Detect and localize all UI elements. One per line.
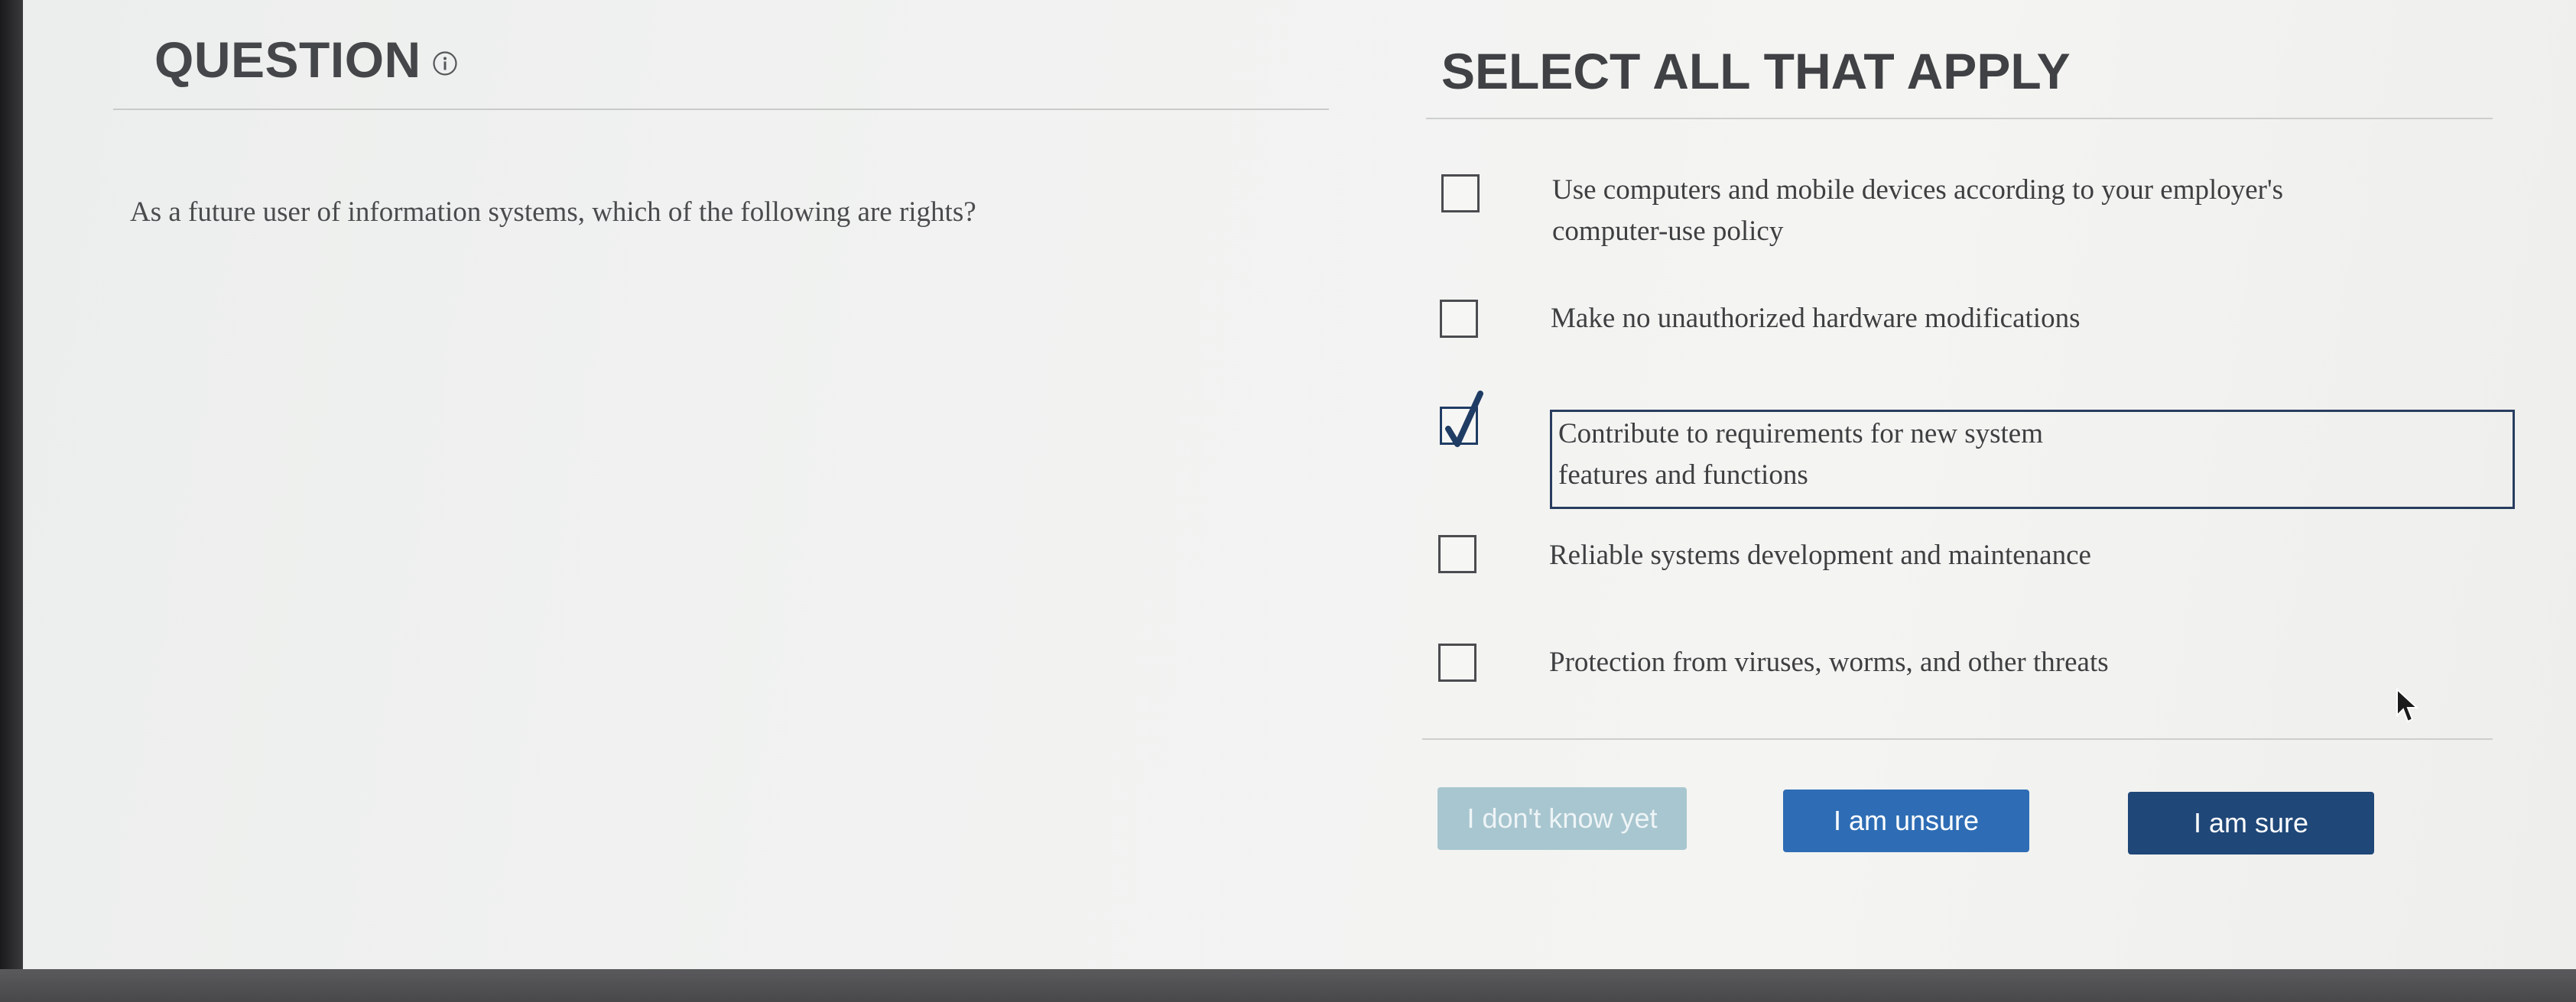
monitor-bezel-bottom xyxy=(0,969,2576,1002)
answer-label-1-line-2: computer-use policy xyxy=(1552,216,1784,247)
dont-know-yet-button[interactable]: I don't know yet xyxy=(1437,787,1687,850)
question-divider xyxy=(113,109,1329,110)
select-all-header: SELECT ALL THAT APPLY xyxy=(1441,43,2071,99)
answer-label-4[interactable]: Reliable systems development and mainten… xyxy=(1549,535,2091,576)
answer-label-3[interactable]: Contribute to requirements for new syste… xyxy=(1550,410,2515,509)
answer-label-2-line-1: Make no unauthorized hardware modificati… xyxy=(1551,303,2081,334)
answer-label-1[interactable]: Use computers and mobile devices accordi… xyxy=(1552,170,2283,252)
question-text: As a future user of information systems,… xyxy=(130,196,976,228)
checkbox-option-3[interactable] xyxy=(1440,391,1483,447)
i-am-sure-button[interactable]: I am sure xyxy=(2128,792,2374,854)
answer-label-5[interactable]: Protection from viruses, worms, and othe… xyxy=(1549,642,2109,683)
screen: QUESTION As a future user of information… xyxy=(23,0,2576,969)
checkbox-option-4[interactable] xyxy=(1438,535,1476,573)
checkbox-option-5[interactable] xyxy=(1438,644,1476,682)
monitor-bezel-left xyxy=(0,0,23,1002)
checkbox-option-2[interactable] xyxy=(1440,300,1478,338)
buttons-divider xyxy=(1422,738,2493,740)
answer-label-3-line-2: features and functions xyxy=(1558,459,1808,491)
answer-label-4-line-1: Reliable systems development and mainten… xyxy=(1549,540,2091,571)
checkbox-option-1[interactable] xyxy=(1441,174,1480,212)
answer-label-2[interactable]: Make no unauthorized hardware modificati… xyxy=(1551,298,2081,339)
i-am-unsure-button[interactable]: I am unsure xyxy=(1783,790,2029,852)
answer-label-1-line-1: Use computers and mobile devices accordi… xyxy=(1552,174,2284,206)
info-circle-icon[interactable] xyxy=(432,50,458,76)
answer-label-5-line-1: Protection from viruses, worms, and othe… xyxy=(1549,647,2109,678)
answer-label-3-line-1: Contribute to requirements for new syste… xyxy=(1558,418,2044,449)
mouse-cursor-icon xyxy=(2396,688,2419,723)
question-title: QUESTION xyxy=(154,31,421,88)
checkmark-icon xyxy=(1445,391,1483,447)
answers-divider xyxy=(1426,118,2493,119)
question-header: QUESTION xyxy=(154,31,458,89)
